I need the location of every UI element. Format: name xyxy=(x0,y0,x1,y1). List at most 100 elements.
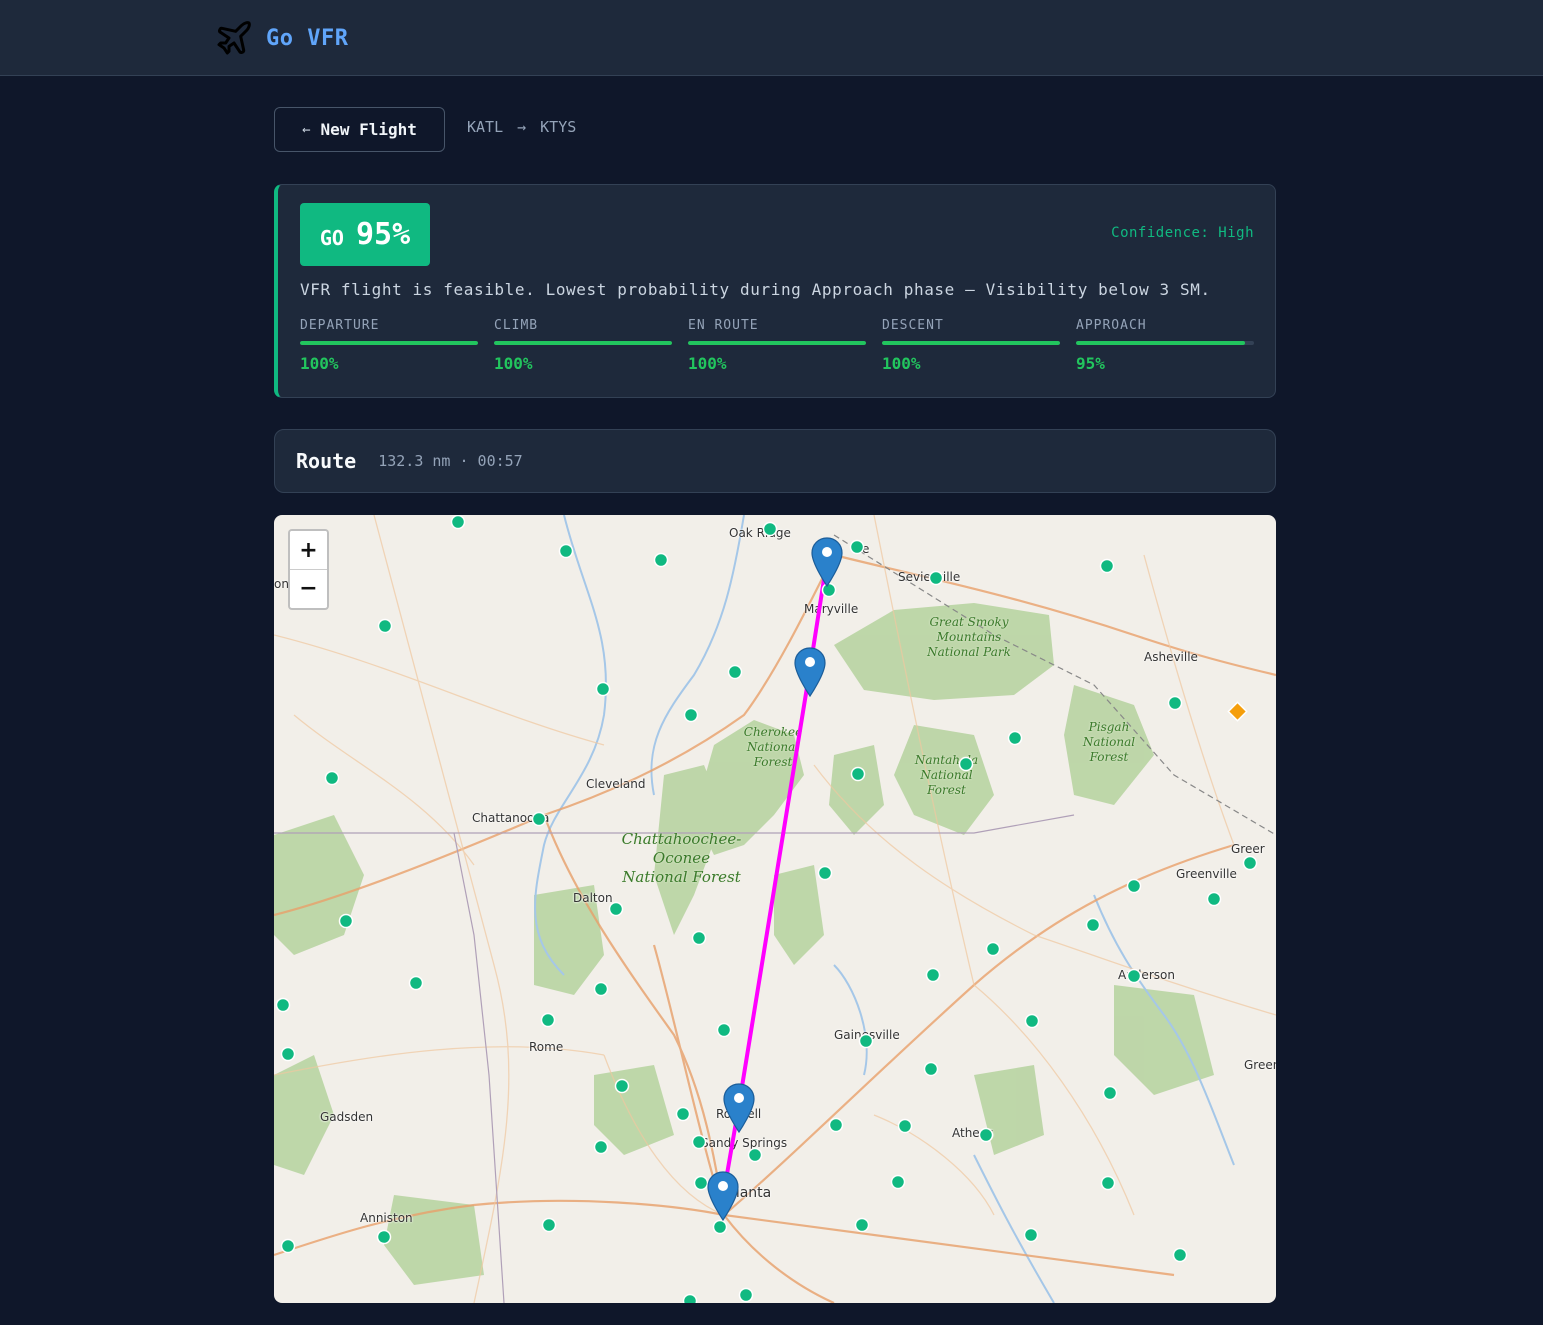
phase-en-route: EN ROUTE 100% xyxy=(688,318,866,373)
airport-dot[interactable] xyxy=(614,1078,630,1094)
airport-dot[interactable] xyxy=(923,1061,939,1077)
waypoint-pin-icon[interactable] xyxy=(811,537,843,588)
airport-dot[interactable] xyxy=(531,811,547,827)
phase-name: APPROACH xyxy=(1076,318,1147,333)
airport-dot[interactable] xyxy=(738,1287,754,1303)
phase-approach: APPROACH 95% xyxy=(1076,318,1254,373)
airport-dot[interactable] xyxy=(1007,730,1023,746)
airport-dot[interactable] xyxy=(682,1293,698,1304)
airport-dot[interactable] xyxy=(850,766,866,782)
airport-dot[interactable] xyxy=(858,1033,874,1049)
airport-dot[interactable] xyxy=(817,865,833,881)
hazard-markers xyxy=(1227,701,1248,722)
airport-dot[interactable] xyxy=(653,552,669,568)
phase-climb: CLIMB 100% xyxy=(494,318,672,373)
airport-dot[interactable] xyxy=(608,901,624,917)
airport-dot[interactable] xyxy=(985,941,1001,957)
phase-progress-bar xyxy=(300,341,478,345)
airport-dot[interactable] xyxy=(324,770,340,786)
airport-dot[interactable] xyxy=(275,997,291,1013)
phase-progress-bar xyxy=(1076,341,1254,345)
phase-progress-fill xyxy=(882,341,1060,345)
airport-dot[interactable] xyxy=(693,1175,709,1191)
airport-dot[interactable] xyxy=(338,913,354,929)
phase-progress-fill xyxy=(1076,341,1246,345)
airport-dot[interactable] xyxy=(593,981,609,997)
airport-dot[interactable] xyxy=(978,1127,994,1143)
airport-dot[interactable] xyxy=(408,975,424,991)
airport-dot[interactable] xyxy=(691,930,707,946)
phase-progress-bar xyxy=(882,341,1060,345)
airport-dot[interactable] xyxy=(1126,968,1142,984)
airport-dot[interactable] xyxy=(595,681,611,697)
phase-progress-fill xyxy=(494,341,672,345)
airport-dot[interactable] xyxy=(1099,558,1115,574)
airport-dot[interactable] xyxy=(1206,891,1222,907)
airplane-icon xyxy=(217,21,251,55)
airport-dot[interactable] xyxy=(1102,1085,1118,1101)
route-map[interactable]: Oak Ridge e Sevierville Maryville Ashevi… xyxy=(274,515,1276,1303)
airport-dot[interactable] xyxy=(540,1012,556,1028)
airport-dot[interactable] xyxy=(716,1022,732,1038)
airport-dot[interactable] xyxy=(821,582,837,598)
phase-name: DESCENT xyxy=(882,318,944,333)
airport-dot[interactable] xyxy=(280,1046,296,1062)
new-flight-label: New Flight xyxy=(320,120,417,139)
phase-departure: DEPARTURE 100% xyxy=(300,318,478,373)
route-overlay xyxy=(275,515,1258,1304)
airport-dot[interactable] xyxy=(1126,878,1142,894)
departure-code: KATL xyxy=(467,118,504,136)
verdict-summary: VFR flight is feasible. Lowest probabili… xyxy=(300,280,1211,299)
airport-dot[interactable] xyxy=(1085,917,1101,933)
airport-dot[interactable] xyxy=(1242,855,1258,871)
waypoint-pin-icon[interactable] xyxy=(723,1083,755,1134)
airport-dot[interactable] xyxy=(376,1229,392,1245)
airport-dot[interactable] xyxy=(849,539,865,555)
airport-dot[interactable] xyxy=(712,1219,728,1235)
phase-progress-fill xyxy=(300,341,478,345)
airport-dot[interactable] xyxy=(1167,695,1183,711)
airport-dot[interactable] xyxy=(280,1238,296,1254)
airport-dot[interactable] xyxy=(558,543,574,559)
airport-dot[interactable] xyxy=(683,707,699,723)
airport-dot[interactable] xyxy=(958,756,974,772)
airport-dot[interactable] xyxy=(747,1147,763,1163)
airport-dot[interactable] xyxy=(1172,1247,1188,1263)
brand[interactable]: Go VFR xyxy=(214,18,348,58)
new-flight-button[interactable]: ← New Flight xyxy=(274,107,445,152)
route-stats: 132.3 nm · 00:57 xyxy=(378,452,523,470)
airport-dot[interactable] xyxy=(928,570,944,586)
probability-value: 95% xyxy=(355,217,411,252)
airport-dot[interactable] xyxy=(727,664,743,680)
airport-dot[interactable] xyxy=(377,618,393,634)
airport-dot[interactable] xyxy=(925,967,941,983)
top-bar: Go VFR xyxy=(0,0,1543,76)
phase-name: CLIMB xyxy=(494,318,539,333)
zoom-in-button[interactable]: + xyxy=(290,531,327,569)
phase-value: 100% xyxy=(882,354,921,373)
phase-value: 100% xyxy=(688,354,727,373)
airport-dot[interactable] xyxy=(450,515,466,530)
waypoint-pin-icon[interactable] xyxy=(794,647,826,698)
airport-dot[interactable] xyxy=(828,1117,844,1133)
phase-list: DEPARTURE 100% CLIMB 100% EN ROUTE 100% … xyxy=(300,318,1254,373)
airport-dot[interactable] xyxy=(541,1217,557,1233)
airport-dot[interactable] xyxy=(1024,1013,1040,1029)
decision-label: GO xyxy=(319,225,344,250)
airport-dot[interactable] xyxy=(1100,1175,1116,1191)
airport-dot[interactable] xyxy=(890,1174,906,1190)
phase-progress-bar xyxy=(494,341,672,345)
airport-dot[interactable] xyxy=(854,1217,870,1233)
airport-dot[interactable] xyxy=(762,521,778,537)
airport-dot[interactable] xyxy=(593,1139,609,1155)
waypoint-pin-icon[interactable] xyxy=(707,1171,739,1222)
hazard-icon[interactable] xyxy=(1227,701,1248,722)
airport-dot[interactable] xyxy=(691,1134,707,1150)
phase-progress-bar xyxy=(688,341,866,345)
phase-name: EN ROUTE xyxy=(688,318,759,333)
zoom-out-button[interactable]: − xyxy=(290,569,327,607)
airport-dot[interactable] xyxy=(675,1106,691,1122)
phase-value: 95% xyxy=(1076,354,1105,373)
airport-dot[interactable] xyxy=(897,1118,913,1134)
airport-dot[interactable] xyxy=(1023,1227,1039,1243)
